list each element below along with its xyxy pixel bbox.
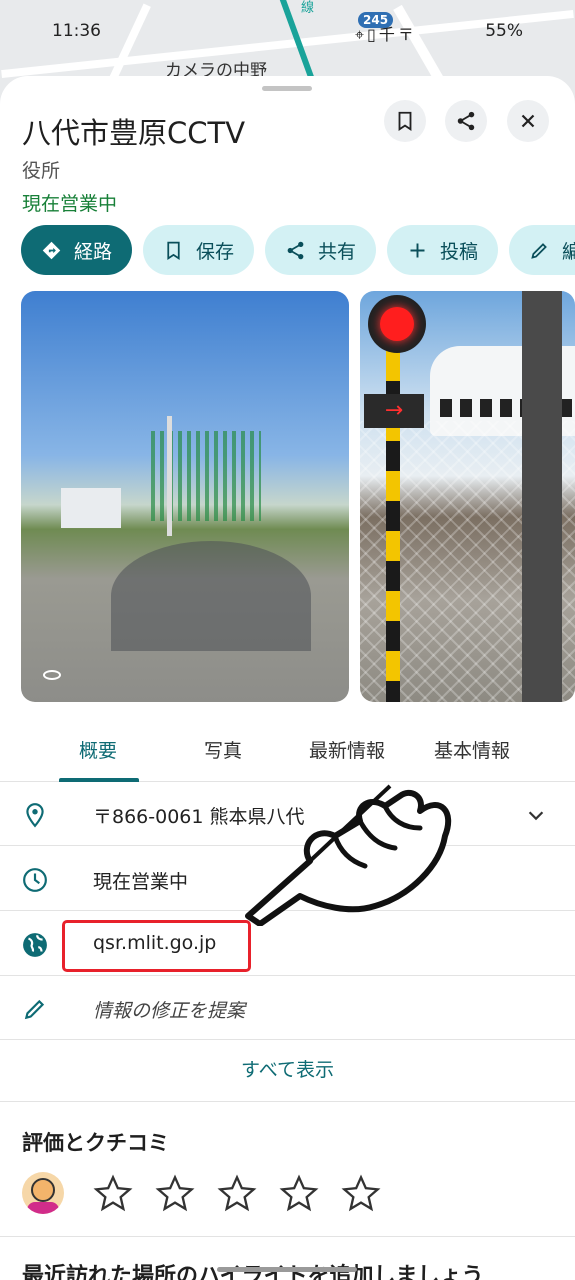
bookmark-icon — [398, 111, 412, 131]
clock-icon — [23, 868, 47, 892]
pencil-icon — [24, 999, 45, 1020]
avatar-face — [31, 1178, 55, 1202]
share-icon — [287, 241, 304, 259]
gesture-nav-bar[interactable] — [217, 1267, 357, 1272]
location-pin-icon — [26, 803, 44, 828]
edit-chip[interactable]: 編 — [509, 225, 575, 275]
star-icon[interactable] — [279, 1174, 319, 1214]
rating-stars — [93, 1174, 403, 1214]
photo-building — [61, 488, 121, 528]
photo-shadow — [111, 541, 311, 651]
save-chip[interactable]: 保存 — [143, 225, 254, 275]
action-chips: 経路 保存 共有 投稿 編 — [21, 225, 575, 275]
suggest-edit-text: 情報の修正を提案 — [93, 1000, 246, 1022]
place-sheet: 八代市豊原CCTV 役所 現在営業中 経路 保存 共有 投稿 編 → 概要 写真… — [0, 76, 575, 1280]
star-icon[interactable] — [93, 1174, 133, 1214]
bookmark-icon — [167, 241, 180, 260]
status-time: 11:36 — [52, 21, 101, 41]
photo-arrow-sign: → — [364, 394, 424, 428]
post-chip[interactable]: 投稿 — [387, 225, 498, 275]
chevron-down-icon[interactable] — [525, 804, 547, 826]
star-icon[interactable] — [217, 1174, 257, 1214]
directions-label: 経路 — [74, 240, 113, 263]
tab-updates[interactable]: 最新情報 — [309, 736, 385, 763]
avatar — [22, 1172, 64, 1214]
place-category: 役所 — [22, 160, 61, 182]
battery-level: 55% — [485, 21, 523, 41]
photo-red-light — [380, 307, 414, 341]
map-rail-label: 線 — [298, 0, 313, 13]
status-bar: 11:36 ⌖▯千〒 55% — [0, 18, 575, 48]
section-divider — [0, 1236, 575, 1237]
street-view-icon — [43, 670, 61, 680]
pointing-hand-icon — [245, 784, 452, 926]
tab-photos[interactable]: 写真 — [204, 736, 242, 763]
tab-overview[interactable]: 概要 — [79, 736, 117, 763]
status-icons: ⌖▯千〒 — [355, 25, 417, 44]
suggest-edit-row[interactable]: 情報の修正を提案 — [0, 976, 575, 1040]
save-label: 保存 — [196, 240, 235, 263]
open-status: 現在営業中 — [22, 193, 118, 215]
share-button[interactable] — [445, 100, 487, 142]
reviews-title: 評価とクチコミ — [22, 1131, 169, 1155]
tab-about[interactable]: 基本情報 — [434, 736, 510, 763]
globe-icon — [23, 933, 47, 957]
edit-label: 編 — [562, 240, 575, 263]
hours-text: 現在営業中 — [93, 871, 189, 893]
directions-icon — [42, 241, 61, 259]
star-icon[interactable] — [341, 1174, 381, 1214]
photo-carousel[interactable]: → — [21, 291, 575, 702]
share-chip[interactable]: 共有 — [265, 225, 376, 275]
post-label: 投稿 — [440, 240, 479, 263]
star-icon[interactable] — [155, 1174, 195, 1214]
place-title: 八代市豊原CCTV — [22, 116, 246, 150]
show-all-link[interactable]: すべて表示 — [0, 1038, 575, 1102]
directions-button[interactable]: 経路 — [21, 225, 132, 275]
photo-pole — [167, 416, 172, 536]
drag-handle[interactable] — [262, 86, 312, 91]
avatar-shirt — [27, 1202, 59, 1214]
share-label: 共有 — [318, 240, 357, 263]
edit-icon — [531, 242, 547, 259]
close-button[interactable] — [507, 100, 549, 142]
save-button[interactable] — [384, 100, 426, 142]
close-icon — [521, 114, 535, 128]
railway-photo[interactable]: → — [360, 291, 575, 702]
website-highlight-box — [62, 920, 251, 972]
street-view-photo[interactable] — [21, 291, 349, 702]
plus-icon — [410, 243, 425, 257]
photo-utility-pole — [522, 291, 562, 702]
share-icon — [457, 111, 475, 131]
